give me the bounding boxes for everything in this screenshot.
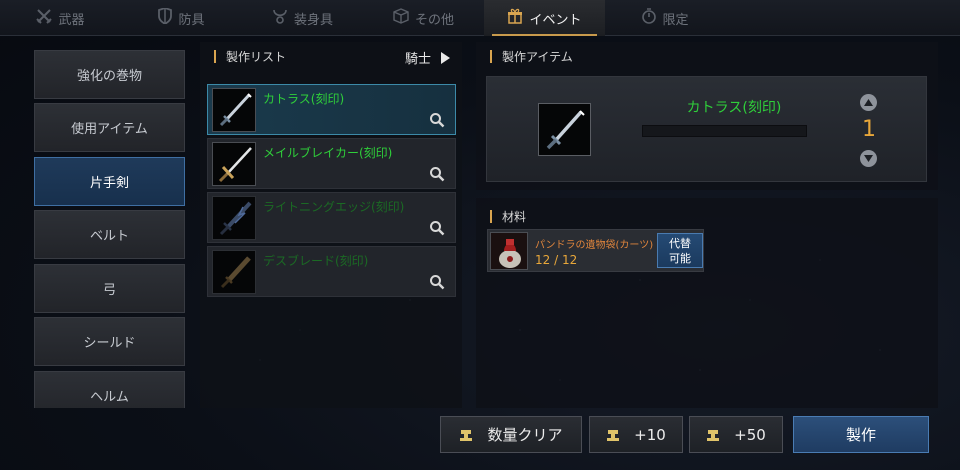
craft-list-header: 製作リスト xyxy=(200,42,286,70)
recipe-name: デスブレード(刻印) xyxy=(263,254,369,268)
arrow-up-icon xyxy=(864,99,873,106)
tab-accessories[interactable]: 装身具 xyxy=(242,0,363,36)
craft-item-header: 製作アイテム xyxy=(476,42,573,70)
header-accent-bar xyxy=(490,209,492,223)
tab-event[interactable]: イベント xyxy=(484,0,605,36)
magnifier-icon[interactable] xyxy=(429,220,445,236)
plus10-label: +10 xyxy=(634,425,666,444)
recipe-item[interactable]: ライトニングエッジ(刻印) xyxy=(207,192,456,243)
box-icon xyxy=(393,8,409,28)
shield-icon xyxy=(158,7,173,28)
arrow-down-icon xyxy=(864,155,873,162)
craft-label: 製作 xyxy=(845,426,876,444)
header-accent-bar xyxy=(214,49,216,63)
material-count: 12 / 12 xyxy=(535,253,578,267)
craft-list-panel: 製作リスト 騎士 カトラス(刻印) メイルブレイカー(刻印) ライトニングエッジ… xyxy=(200,42,462,408)
subcategory-belt[interactable]: ベルト xyxy=(34,210,185,259)
cutlass-large-thumbnail[interactable] xyxy=(538,103,591,156)
substitute-label-1: 代替 xyxy=(669,237,691,250)
subcategory-enhance-scroll[interactable]: 強化の巻物 xyxy=(34,50,185,99)
clear-quantity-label: 数量クリア xyxy=(487,426,563,444)
subcategory-consumables[interactable]: 使用アイテム xyxy=(34,103,185,152)
tab-weapons[interactable]: 武器 xyxy=(0,0,121,36)
subcategory-list: 強化の巻物 使用アイテム 片手剣 ベルト 弓 シールド ヘルム xyxy=(26,42,196,408)
substitute-label-2: 可能 xyxy=(669,252,691,265)
tab-armor[interactable]: 防具 xyxy=(121,0,242,36)
magnifier-icon[interactable] xyxy=(429,274,445,290)
anvil-icon xyxy=(707,429,720,441)
materials-header: 材料 xyxy=(476,202,526,230)
craft-item-name: カトラス(刻印) xyxy=(686,100,782,116)
materials-title: 材料 xyxy=(502,209,527,224)
subcategory-label: 使用アイテム xyxy=(71,122,148,137)
death-blade-thumbnail xyxy=(212,250,256,294)
class-filter-selector[interactable]: 騎士 xyxy=(405,48,450,67)
plus10-button[interactable]: +10 xyxy=(589,416,683,453)
recipe-item[interactable]: カトラス(刻印) xyxy=(207,84,456,135)
subcategory-label: 強化の巻物 xyxy=(76,69,142,84)
quantity-value: 1 xyxy=(862,117,876,142)
tab-label: イベント xyxy=(529,12,582,28)
craft-list-title: 製作リスト xyxy=(226,49,287,64)
craft-item-box: カトラス(刻印) 1 xyxy=(486,76,927,182)
craft-item-panel: 製作アイテム カトラス(刻印) 1 xyxy=(476,42,938,190)
subcategory-bow[interactable]: 弓 xyxy=(34,264,185,313)
anvil-icon xyxy=(460,429,473,441)
clear-quantity-button[interactable]: 数量クリア xyxy=(440,416,582,453)
tab-label: 武器 xyxy=(58,12,85,28)
magnifier-icon[interactable] xyxy=(429,112,445,128)
subcategory-label: シールド xyxy=(83,336,136,351)
anvil-icon xyxy=(607,429,620,441)
recipe-name: ライトニングエッジ(刻印) xyxy=(263,200,405,214)
tab-label: その他 xyxy=(414,12,454,28)
material-item[interactable]: パンドラの遺物袋(カーツ) 12 / 12 代替 可能 xyxy=(487,229,704,272)
recipe-item[interactable]: デスブレード(刻印) xyxy=(207,246,456,297)
play-arrow-icon xyxy=(441,51,450,64)
mailbreaker-thumbnail xyxy=(212,142,256,186)
recipe-name: メイルブレイカー(刻印) xyxy=(263,146,393,160)
material-name: パンドラの遺物袋(カーツ) xyxy=(535,240,654,251)
pandora-bag-thumbnail xyxy=(490,232,528,270)
tab-label: 限定 xyxy=(662,12,689,28)
subcategory-shield[interactable]: シールド xyxy=(34,317,185,366)
recipe-name: カトラス(刻印) xyxy=(263,92,345,106)
lightning-edge-thumbnail xyxy=(212,196,256,240)
gift-icon xyxy=(507,8,523,28)
subcategory-label: 弓 xyxy=(102,283,116,298)
tab-label: 防具 xyxy=(178,12,205,28)
subcategory-label: 片手剣 xyxy=(89,176,129,191)
subcategory-label: ヘルム xyxy=(90,390,129,405)
necklace-icon xyxy=(272,8,288,28)
subcategory-one-handed-sword[interactable]: 片手剣 xyxy=(34,157,185,206)
crafting-screen: 武器 防具 装身具 その他 イベント 限定 強化の巻物 使用アイテム 片手剣 ベ… xyxy=(0,0,960,470)
tab-label: 装身具 xyxy=(293,12,333,28)
quantity-increase-button[interactable] xyxy=(860,94,877,111)
header-accent-bar xyxy=(490,49,492,63)
quantity-decrease-button[interactable] xyxy=(860,150,877,167)
craft-item-title: 製作アイテム xyxy=(502,49,573,64)
subcategory-label: ベルト xyxy=(89,229,129,244)
category-tab-bar: 武器 防具 装身具 その他 イベント 限定 xyxy=(0,0,960,36)
cutlass-thumbnail xyxy=(212,88,256,132)
magnifier-icon[interactable] xyxy=(429,166,445,182)
plus50-button[interactable]: +50 xyxy=(689,416,783,453)
tab-limited[interactable]: 限定 xyxy=(605,0,726,36)
tab-others[interactable]: その他 xyxy=(363,0,484,36)
crossed-swords-icon xyxy=(36,8,53,28)
recipe-item[interactable]: メイルブレイカー(刻印) xyxy=(207,138,456,189)
timer-icon xyxy=(642,8,657,28)
subcategory-helm[interactable]: ヘルム xyxy=(34,371,185,408)
class-filter-label: 騎士 xyxy=(404,52,431,67)
materials-panel: 材料 パンドラの遺物袋(カーツ) 12 / 12 代替 可能 xyxy=(476,198,938,408)
plus50-label: +50 xyxy=(734,425,766,444)
craft-progress-bar xyxy=(642,125,807,137)
substitute-button[interactable]: 代替 可能 xyxy=(657,233,703,268)
craft-button[interactable]: 製作 xyxy=(793,416,929,453)
